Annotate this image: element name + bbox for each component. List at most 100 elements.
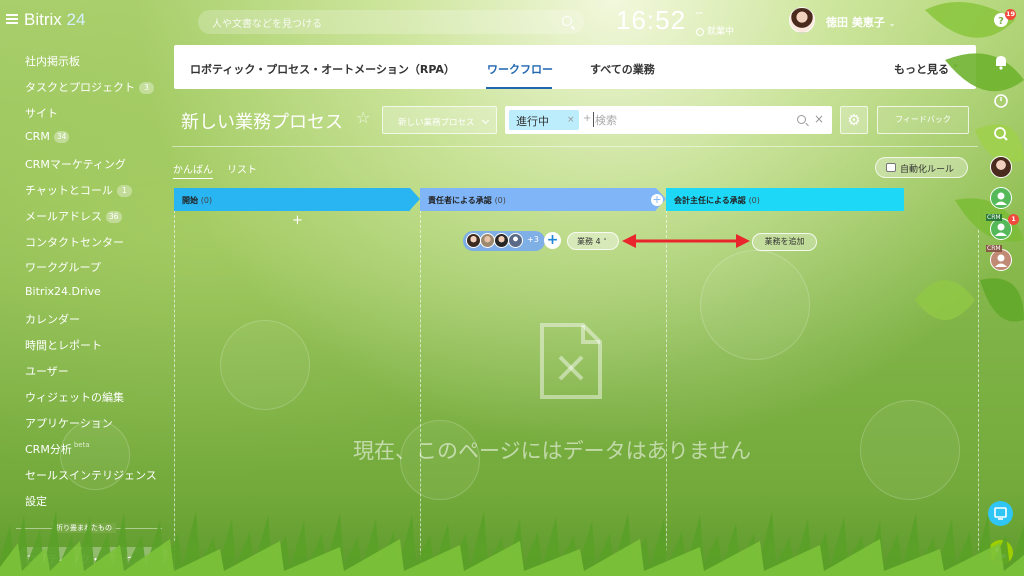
avatar [466, 233, 481, 248]
sidebar-item-rpa-active[interactable]: ロボティック・プロセ... [16, 547, 170, 569]
sidebar-item-time-reports[interactable]: 時間とレポート [25, 337, 102, 353]
filter-chip-in-progress[interactable]: 進行中 × [509, 110, 579, 130]
sidebar-item-label: アプリケーション [25, 417, 113, 430]
more-members-count: +3 [527, 235, 539, 244]
column-count: (0) [494, 196, 506, 205]
view-tab-kanban[interactable]: かんばん [173, 161, 213, 179]
user-avatar[interactable] [789, 7, 815, 33]
tab-workflow[interactable]: ワークフロー [487, 61, 553, 77]
sidebar-item-label: ユーザー [25, 365, 69, 378]
kanban-column-manager-approval[interactable]: 責任者による承認 (0) [420, 188, 656, 211]
collapsed-section-toggle[interactable]: 折り畳まれたもの [52, 523, 116, 533]
count-badge: 3 [139, 82, 154, 94]
count-badge: 36 [106, 211, 122, 223]
add-member-button[interactable]: + [544, 232, 561, 249]
crm-label: CRM [986, 245, 1002, 252]
top-bar: Bitrix 24 人や文書などを見つける 16:52 ꟷ 就業中 徳田 美恵子… [0, 0, 1024, 44]
clock-time[interactable]: 16:52 [616, 5, 686, 36]
avatar [480, 233, 495, 248]
search-icon[interactable] [797, 115, 806, 124]
chevron-down-icon: ⌄ [888, 19, 896, 28]
global-search-input[interactable]: 人や文書などを見つける [198, 10, 584, 34]
search-icon[interactable] [991, 124, 1011, 144]
add-filter-icon[interactable]: + [583, 113, 591, 124]
add-task-button[interactable]: 業務を追加 [752, 233, 817, 251]
filter-chip-label: 進行中 [516, 115, 549, 128]
sidebar-item-widget-edit[interactable]: ウィジェットの編集 [25, 389, 124, 405]
sidebar-item-crm-marketing[interactable]: CRMマーケティング [25, 156, 126, 172]
timeman-icon[interactable] [991, 91, 1011, 111]
filter-search-box[interactable]: 進行中 × + 検索 × [505, 106, 832, 134]
avatar[interactable] [990, 187, 1012, 209]
sidebar-item-news[interactable]: 社内掲示板 [25, 53, 80, 69]
count-badge: 1 [116, 185, 132, 197]
task-count-dropdown[interactable]: 業務 4 ˅ [567, 232, 619, 250]
work-status[interactable]: 就業中 [696, 24, 734, 37]
page-title: 新しい業務プロセス [181, 112, 343, 133]
right-rail [980, 0, 1024, 576]
screen-share-icon [994, 507, 1007, 520]
kanban-column-start[interactable]: 開始 (0) [174, 188, 410, 211]
feedback-button[interactable]: フィードバック [877, 106, 969, 134]
column-divider [174, 210, 175, 576]
sidebar-item-settings[interactable]: 設定 [25, 493, 47, 509]
view-tab-list[interactable]: リスト [227, 161, 257, 176]
filter-search-input[interactable]: 検索 [593, 112, 617, 127]
sidebar-item-label: CRM [25, 130, 50, 143]
column-title: 責任者による承認 [428, 196, 492, 205]
sidebar-item-tasks[interactable]: タスクとプロジェクト 3 [25, 79, 154, 95]
sidebar-item-mail[interactable]: メールアドレス 36 [25, 208, 122, 224]
phone-button[interactable] [988, 540, 1013, 565]
empty-state-message: 現在、このページにはデータはありません [353, 439, 751, 463]
sidebar-item-label: メールアドレス [25, 210, 102, 223]
sidebar-item-workgroups[interactable]: ワークグループ [25, 259, 101, 275]
sidebar-item-chat[interactable]: チャットとコール 1 [25, 182, 132, 198]
column-divider [978, 210, 979, 576]
left-sidebar: 社内掲示板 タスクとプロジェクト 3 サイト CRM 34 CRMマーケティング チ… [0, 44, 172, 576]
column-title: 開始 [182, 196, 198, 205]
automation-rules-button[interactable]: 自動化ルール [875, 157, 968, 178]
avatar [508, 233, 523, 248]
sidebar-item-crm-analytics[interactable]: CRM分析 beta [25, 441, 90, 457]
kanban-column-accountant-approval[interactable]: 会計主任による承認 (0) [666, 188, 904, 211]
user-name[interactable]: 徳田 美恵子 ⌄ [826, 14, 895, 30]
bell-icon[interactable] [991, 52, 1011, 72]
hamburger-menu-icon[interactable] [6, 14, 18, 24]
gear-icon[interactable]: ⚙ [840, 106, 868, 134]
sidebar-item-sites[interactable]: サイト [25, 105, 58, 121]
avatar[interactable] [990, 249, 1012, 271]
sidebar-item-sales-intelligence[interactable]: セールスインテリジェンス [25, 467, 157, 483]
clock-indicator: ꟷ [696, 9, 703, 18]
column-count: (0) [200, 196, 213, 205]
search-icon[interactable] [562, 16, 572, 26]
sidebar-item-calendar[interactable]: カレンダー [25, 311, 80, 327]
app-logo[interactable]: Bitrix 24 [24, 10, 85, 30]
close-icon[interactable]: × [567, 115, 575, 125]
sidebar-item-crm[interactable]: CRM 34 [25, 130, 70, 143]
sidebar-item-applications[interactable]: アプリケーション [25, 415, 113, 431]
star-icon[interactable]: ☆ [356, 108, 370, 127]
screen-share-button[interactable] [988, 501, 1013, 526]
crm-label: CRM [986, 214, 1002, 221]
responsible-avatars[interactable]: +3 [463, 231, 545, 251]
avatar[interactable] [990, 156, 1012, 178]
robot-icon [886, 163, 896, 172]
beta-label: beta [73, 441, 90, 449]
chevron-down-icon [481, 116, 490, 125]
more-menu-button[interactable]: もっと見る ˅ [894, 61, 958, 77]
sidebar-item-drive[interactable]: Bitrix24.Drive [25, 285, 101, 298]
sidebar-item-users[interactable]: ユーザー [25, 363, 69, 379]
new-process-dropdown[interactable]: 新しい業務プロセス [382, 106, 497, 134]
tab-all-tasks[interactable]: すべての業務 [590, 61, 655, 77]
sidebar-item-contact-center[interactable]: コンタクトセンター [25, 234, 124, 250]
clear-icon[interactable]: × [814, 112, 824, 126]
sidebar-item-label: タスクとプロジェクト [25, 81, 135, 94]
bokeh-decoration [700, 250, 810, 360]
count-badge: 34 [53, 131, 70, 143]
sidebar-item-label: 設定 [25, 495, 47, 508]
add-column-icon[interactable]: + [651, 194, 663, 206]
sidebar-item-label: 時間とレポート [25, 339, 102, 352]
tab-rpa[interactable]: ロボティック・プロセス・オートメーション（RPA） [190, 61, 455, 77]
new-process-label: 新しい業務プロセス [398, 118, 475, 128]
add-item-plus-icon[interactable]: + [292, 213, 303, 228]
